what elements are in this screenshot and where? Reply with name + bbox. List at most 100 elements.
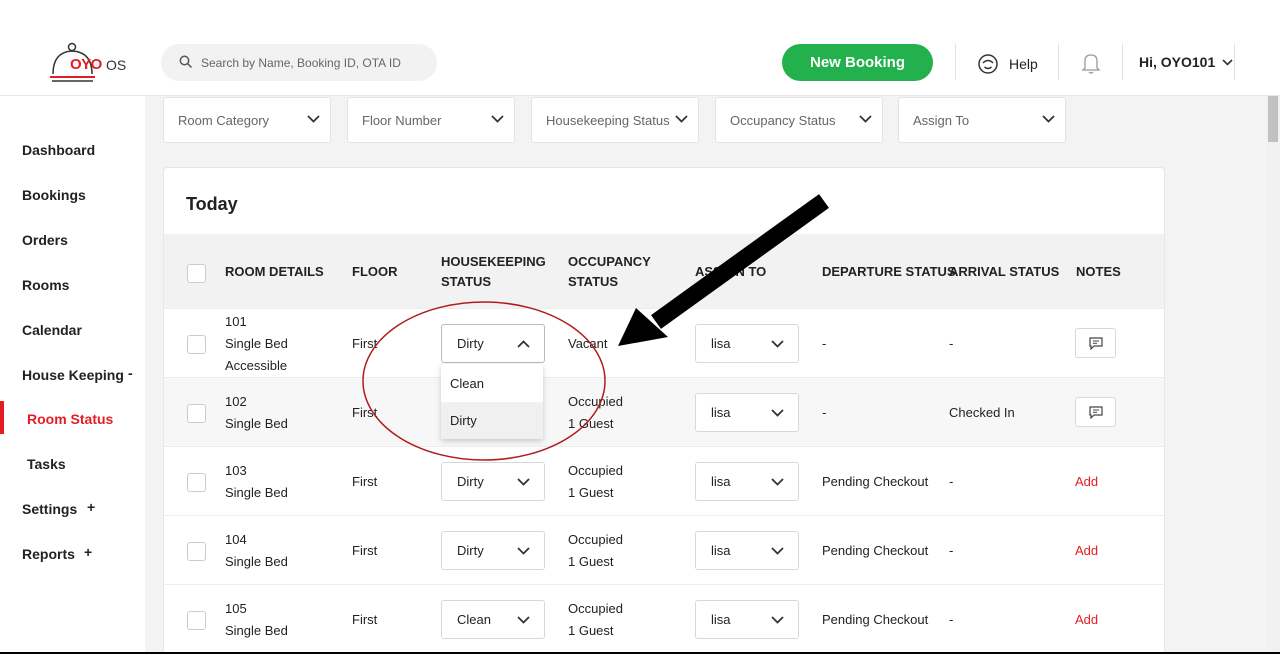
row-checkbox[interactable]: [187, 611, 206, 630]
help-label: Help: [1009, 56, 1038, 72]
col-assign-to: ASSIGN TO: [695, 264, 767, 279]
row-checkbox[interactable]: [187, 404, 206, 423]
search-box[interactable]: [161, 44, 437, 81]
col-departure-status: DEPARTURE STATUS: [822, 264, 956, 279]
chevron-down-icon: [1042, 115, 1055, 123]
filter-floor-number[interactable]: Floor Number: [347, 97, 515, 143]
divider: [955, 44, 956, 80]
option-clean[interactable]: Clean: [441, 365, 543, 402]
sidebar-item-tasks[interactable]: Tasks: [27, 454, 66, 474]
assign-select[interactable]: lisa: [695, 393, 799, 432]
search-input[interactable]: [201, 44, 431, 81]
chevron-down-icon: [517, 478, 530, 486]
option-dirty[interactable]: Dirty: [441, 402, 543, 439]
housekeeping-value: Clean: [457, 612, 491, 627]
divider: [1058, 44, 1059, 80]
row-checkbox[interactable]: [187, 473, 206, 492]
table-row: 104 Single Bed First Dirty Occupied 1 Gu…: [164, 515, 1164, 584]
divider: [1234, 44, 1235, 80]
arrival-status: -: [949, 474, 954, 489]
housekeeping-value: Dirty: [457, 543, 484, 558]
sidebar-item-rooms[interactable]: Rooms: [22, 275, 69, 295]
floor: First: [352, 405, 378, 420]
sidebar-item-dashboard[interactable]: Dashboard: [22, 140, 95, 160]
filter-label: Assign To: [913, 113, 970, 128]
add-note-link[interactable]: Add: [1075, 474, 1098, 489]
sidebar-item-room-status[interactable]: Room Status: [27, 409, 113, 429]
add-note-link[interactable]: Add: [1075, 612, 1098, 627]
departure-status: Pending Checkout: [822, 612, 929, 627]
housekeeping-value: Dirty: [457, 336, 484, 351]
add-note-link[interactable]: Add: [1075, 543, 1098, 558]
room-number: 101: [225, 314, 247, 329]
filter-housekeeping-status[interactable]: Housekeeping Status: [531, 97, 699, 143]
page-scrollbar[interactable]: [1266, 96, 1280, 654]
floor: First: [352, 474, 378, 489]
oyo-os-logo[interactable]: OYO OS: [48, 42, 128, 84]
arrival-status: -: [949, 543, 954, 558]
chevron-up-icon: [517, 340, 530, 348]
chevron-down-icon: [771, 478, 784, 486]
row-checkbox[interactable]: [187, 542, 206, 561]
room-number: 105: [225, 601, 247, 616]
assign-select[interactable]: lisa: [695, 600, 799, 639]
chevron-down-icon: [771, 616, 784, 624]
chevron-down-icon: [517, 616, 530, 624]
housekeeping-value: Dirty: [457, 474, 484, 489]
chevron-down-icon: [771, 409, 784, 417]
new-booking-button[interactable]: New Booking: [782, 44, 933, 81]
housekeeping-select[interactable]: Dirty: [441, 324, 545, 363]
expand-icon[interactable]: +: [87, 499, 95, 515]
floor: First: [352, 543, 378, 558]
filter-label: Floor Number: [362, 113, 442, 128]
active-indicator: [0, 401, 4, 434]
assign-select[interactable]: lisa: [695, 531, 799, 570]
room-type: Single Bed: [225, 485, 288, 500]
housekeeping-dropdown-menu: Clean Dirty: [441, 364, 543, 439]
top-header: OYO OS New Booking Help Hi, OYO101: [0, 0, 1280, 96]
comment-icon: [1089, 337, 1103, 350]
guest-count: 1 Guest: [568, 485, 614, 500]
col-housekeeping-1: HOUSEKEEPING: [441, 254, 546, 269]
housekeeping-select[interactable]: Dirty: [441, 462, 545, 501]
filter-label: Room Category: [178, 113, 270, 128]
assign-select[interactable]: lisa: [695, 462, 799, 501]
help-button[interactable]: Help: [977, 52, 1038, 76]
select-all-checkbox[interactable]: [187, 264, 206, 283]
assign-select[interactable]: lisa: [695, 324, 799, 363]
user-menu[interactable]: Hi, OYO101: [1139, 54, 1233, 70]
sidebar-item-orders[interactable]: Orders: [22, 230, 68, 250]
row-checkbox[interactable]: [187, 335, 206, 354]
note-button[interactable]: [1075, 328, 1116, 358]
sidebar-item-calendar[interactable]: Calendar: [22, 320, 82, 340]
chevron-down-icon: [771, 340, 784, 348]
filter-assign-to[interactable]: Assign To: [898, 97, 1066, 143]
guest-count: 1 Guest: [568, 416, 614, 431]
arrival-status: -: [949, 612, 954, 627]
notification-button[interactable]: [1081, 52, 1101, 79]
room-type: Single Bed: [225, 416, 288, 431]
bell-icon: [1081, 54, 1101, 74]
room-number: 103: [225, 463, 247, 478]
sidebar-item-bookings[interactable]: Bookings: [22, 185, 86, 205]
chevron-down-icon: [517, 547, 530, 555]
note-button[interactable]: [1075, 397, 1116, 427]
col-occupancy-2: STATUS: [568, 274, 619, 289]
chevron-down-icon: [771, 547, 784, 555]
expand-icon[interactable]: +: [84, 544, 92, 560]
occupancy-status: Occupied: [568, 394, 623, 409]
scroll-thumb[interactable]: [1268, 96, 1278, 142]
filter-room-category[interactable]: Room Category: [163, 97, 331, 143]
arrival-status: Checked In: [949, 405, 1015, 420]
housekeeping-select[interactable]: Clean: [441, 600, 545, 639]
sidebar-item-settings[interactable]: Settings: [22, 499, 77, 519]
sidebar-item-house-keeping[interactable]: House Keeping: [22, 365, 124, 385]
sidebar-item-reports[interactable]: Reports: [22, 544, 75, 564]
filter-occupancy-status[interactable]: Occupancy Status: [715, 97, 883, 143]
collapse-icon[interactable]: -: [128, 365, 133, 381]
room-extra: Accessible: [225, 358, 288, 373]
departure-status: Pending Checkout: [822, 474, 929, 489]
departure-status: Pending Checkout: [822, 543, 929, 558]
col-floor: FLOOR: [352, 264, 398, 279]
housekeeping-select[interactable]: Dirty: [441, 531, 545, 570]
